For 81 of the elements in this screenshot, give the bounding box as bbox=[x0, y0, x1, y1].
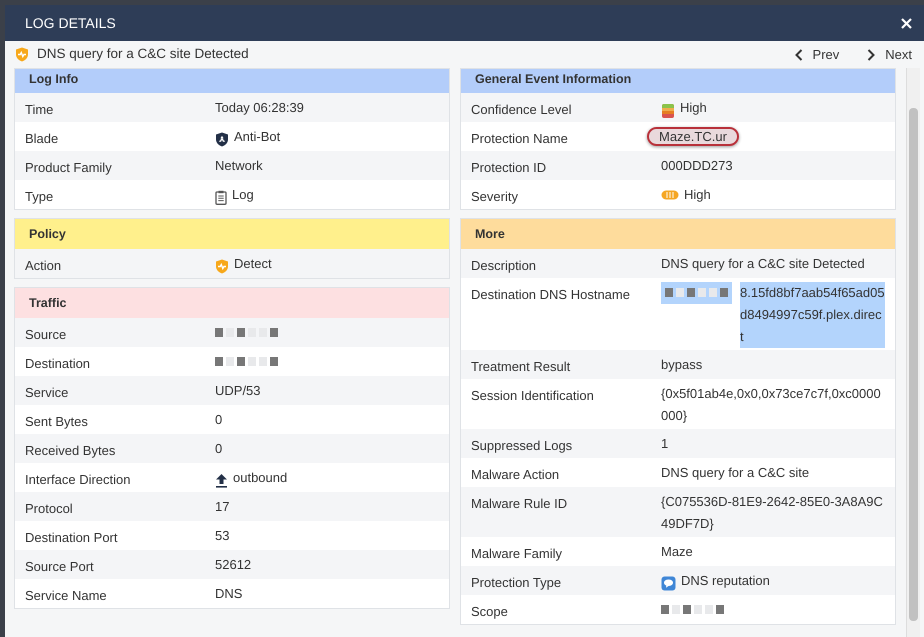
field-label: Source Port bbox=[25, 558, 95, 576]
field-value: {0x5f01ab4e,0x0,0x73ce7c7f,0xc0000000} bbox=[661, 386, 881, 423]
field-label: Confidence Level bbox=[471, 101, 572, 119]
field-label: Sent Bytes bbox=[25, 413, 89, 431]
pixelated-redaction-drawing bbox=[215, 357, 278, 366]
shield-icon bbox=[15, 47, 29, 62]
chevron-right-icon bbox=[867, 48, 876, 60]
circled-value: Maze.TC.ur bbox=[647, 127, 739, 146]
section-header: Log Info bbox=[15, 69, 449, 93]
field-label: Suppressed Logs bbox=[471, 437, 574, 455]
section-header: General Event Information bbox=[461, 69, 895, 93]
field-label: Description bbox=[471, 257, 538, 275]
field-value: 8.15fd8bf7aab54f65ad05d8494997c59f.plex.direct bbox=[740, 282, 885, 348]
pixelated-redaction-drawing bbox=[661, 282, 732, 304]
field-value: DNS reputation bbox=[681, 573, 770, 588]
field-value: High bbox=[680, 100, 707, 115]
field-value: {C075536D-81E9-2642-85E0-3A8A9C49DF7D} bbox=[661, 494, 883, 531]
field-label: Product Family bbox=[25, 159, 113, 177]
field-label: Service bbox=[25, 384, 70, 402]
field-value: UDP/53 bbox=[215, 383, 261, 398]
scrollbar-thumb[interactable] bbox=[909, 108, 918, 621]
upload-arrow-icon bbox=[215, 473, 228, 488]
field-label: Malware Family bbox=[471, 545, 564, 563]
field-label: Protection Type bbox=[471, 574, 562, 592]
field-value: High bbox=[684, 187, 711, 202]
field-value: 0 bbox=[215, 441, 222, 456]
field-value: Detect bbox=[234, 256, 272, 271]
field-value: 52612 bbox=[215, 557, 252, 572]
clipboard-icon bbox=[215, 190, 227, 205]
hazard-shield-icon bbox=[215, 132, 229, 147]
field-label: Malware Action bbox=[471, 466, 560, 484]
field-value: Anti-Bot bbox=[234, 129, 280, 144]
field-label: Severity bbox=[471, 188, 519, 206]
field-value: 17 bbox=[215, 499, 230, 514]
level-meter-icon bbox=[661, 103, 675, 119]
field-label: Action bbox=[25, 257, 62, 275]
field-value: DNS query for a C&C site Detected bbox=[661, 256, 865, 271]
chevron-left-icon bbox=[794, 48, 803, 60]
section-header: Policy bbox=[15, 219, 449, 249]
field-value: outbound bbox=[233, 470, 288, 485]
field-value: Network bbox=[215, 158, 263, 173]
field-label: Destination bbox=[25, 355, 92, 373]
pixelated-redaction-drawing bbox=[215, 328, 278, 337]
field-value: Maze bbox=[661, 544, 693, 559]
field-value: 53 bbox=[215, 528, 230, 543]
field-label: Protection ID bbox=[471, 159, 548, 177]
event-title: DNS query for a C&C site Detected bbox=[37, 45, 249, 64]
field-label: Interface Direction bbox=[25, 471, 132, 489]
field-label: Blade bbox=[25, 130, 60, 148]
field-label: Source bbox=[25, 326, 68, 344]
field-value: 000DDD273 bbox=[661, 158, 733, 173]
field-label: Malware Rule ID bbox=[471, 495, 568, 513]
field-label: Received Bytes bbox=[25, 442, 116, 460]
field-value: 1 bbox=[661, 436, 668, 451]
field-label: Treatment Result bbox=[471, 358, 572, 376]
severity-pill-icon bbox=[661, 190, 679, 200]
window-title: LOG DETAILS bbox=[25, 14, 116, 32]
field-value: Log bbox=[232, 187, 254, 202]
field-value: Today 06:28:39 bbox=[215, 100, 304, 115]
field-value: DNS bbox=[215, 586, 242, 601]
field-label: Destination Port bbox=[25, 529, 118, 547]
section-header: More bbox=[461, 219, 895, 249]
field-label: Protocol bbox=[25, 500, 74, 518]
shield-icon bbox=[215, 259, 229, 274]
chat-bubble-icon bbox=[661, 576, 676, 591]
prev-button[interactable]: Prev bbox=[788, 44, 846, 64]
pixelated-redaction-drawing bbox=[661, 605, 724, 614]
field-value: DNS query for a C&C site bbox=[661, 465, 810, 480]
field-label: Type bbox=[25, 188, 54, 206]
field-label: Session Identification bbox=[471, 387, 595, 405]
field-label: Scope bbox=[471, 603, 509, 621]
section-header: Traffic bbox=[15, 288, 449, 318]
field-label: Destination DNS Hostname bbox=[471, 286, 631, 304]
close-icon[interactable] bbox=[901, 18, 912, 28]
field-label: Service Name bbox=[25, 587, 108, 605]
field-label: Protection Name bbox=[471, 130, 569, 148]
field-label: Time bbox=[25, 101, 54, 119]
field-value: bypass bbox=[661, 357, 702, 372]
scrollbar[interactable] bbox=[906, 68, 920, 637]
field-value: 0 bbox=[215, 412, 222, 427]
next-button[interactable]: Next bbox=[861, 44, 918, 64]
